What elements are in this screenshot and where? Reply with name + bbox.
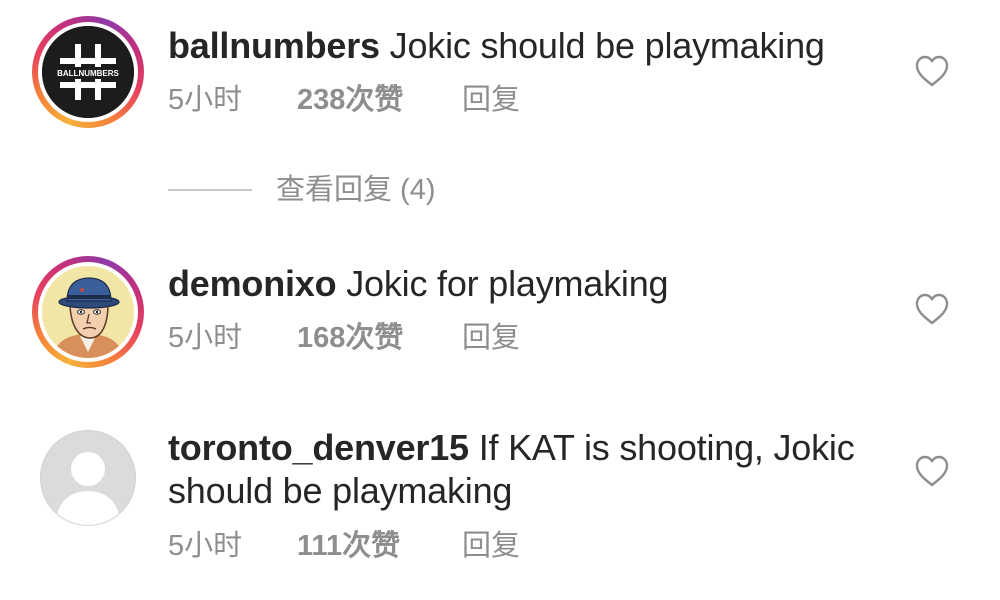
comment-username[interactable]: ballnumbers <box>168 25 380 66</box>
default-user-icon <box>41 431 135 525</box>
comment-text: If KAT is shooting, Jokic <box>478 427 855 468</box>
comment-likes[interactable]: 238次赞 <box>297 80 403 120</box>
comment-likes[interactable]: 168次赞 <box>297 318 403 358</box>
divider-line <box>168 189 252 191</box>
comment-item: toronto_denver15 If KAT is shooting, Jok… <box>0 410 1000 600</box>
comment-body: ballnumbers Jokic should be playmaking <box>168 24 888 68</box>
comment-body: toronto_denver15 If KAT is shooting, Jok… <box>168 426 888 470</box>
hash-logo-icon: BALLNUMBERS <box>42 26 134 118</box>
cartoon-man-avatar <box>42 266 134 358</box>
heart-outline-icon[interactable] <box>914 54 950 88</box>
comments-panel: BALLNUMBERS ballnumbers Jokic should be … <box>0 0 1000 600</box>
comment-time: 5小时 <box>168 322 243 354</box>
comment-time: 5小时 <box>168 84 243 116</box>
heart-outline-icon[interactable] <box>914 292 950 326</box>
avatar[interactable]: BALLNUMBERS <box>32 16 144 128</box>
comment-body: demonixo Jokic for playmaking <box>168 262 888 306</box>
comment-likes[interactable]: 111次赞 <box>297 526 400 566</box>
reply-button[interactable]: 回复 <box>462 526 520 566</box>
comment-username[interactable]: demonixo <box>168 263 337 304</box>
comment-username[interactable]: toronto_denver15 <box>168 427 469 468</box>
comment-item: demonixo Jokic for playmaking 5小时 168次赞 … <box>0 240 1000 390</box>
reply-button[interactable]: 回复 <box>462 80 520 120</box>
cartoon-face-icon <box>42 266 134 358</box>
heart-outline-icon[interactable] <box>914 454 950 488</box>
view-replies-button[interactable]: 查看回复 (4) <box>168 168 488 212</box>
reply-button[interactable]: 回复 <box>462 318 520 358</box>
avatar[interactable] <box>40 430 136 526</box>
comment-item: BALLNUMBERS ballnumbers Jokic should be … <box>0 0 1000 150</box>
comment-text: Jokic for playmaking <box>346 263 669 304</box>
comment-text: Jokic should be playmaking <box>389 25 825 66</box>
comment-time: 5小时 <box>168 530 243 562</box>
avatar[interactable] <box>32 256 144 368</box>
comment-text-continued: should be playmaking <box>168 470 513 511</box>
svg-text:BALLNUMBERS: BALLNUMBERS <box>57 69 119 78</box>
view-replies-label: 查看回复 (4) <box>276 174 436 206</box>
ballnumbers-logo-avatar: BALLNUMBERS <box>42 26 134 118</box>
